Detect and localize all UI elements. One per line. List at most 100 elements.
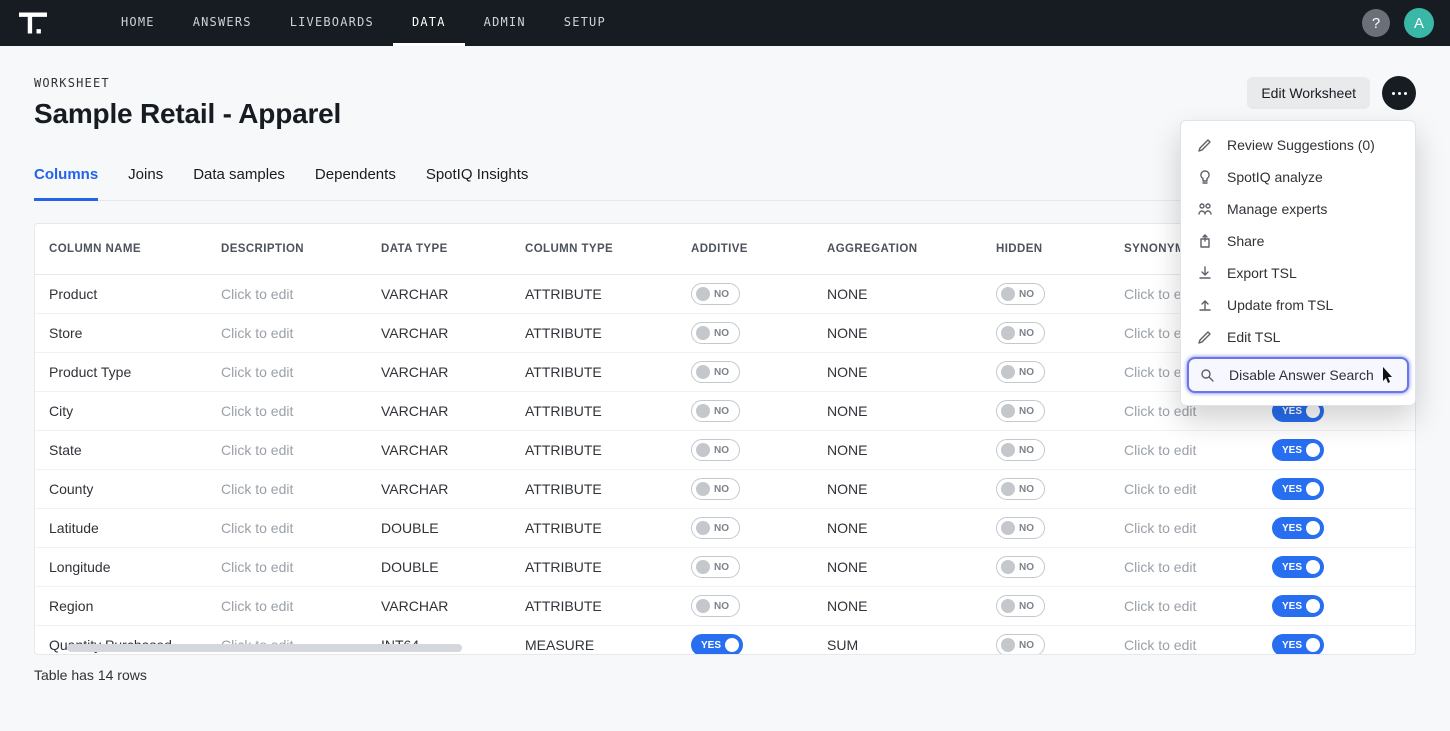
toggle-on[interactable]: YES	[1272, 478, 1324, 500]
menu-item-export-tsl[interactable]: Export TSL	[1181, 257, 1415, 289]
cell-description[interactable]: Click to edit	[207, 275, 367, 313]
cell-aggregation[interactable]: NONE	[813, 353, 982, 391]
cell-description[interactable]: Click to edit	[207, 314, 367, 352]
menu-item-spotiq-analyze[interactable]: SpotIQ analyze	[1181, 161, 1415, 193]
nav-item-admin[interactable]: ADMIN	[465, 0, 545, 46]
cell-data-type[interactable]: VARCHAR	[367, 587, 511, 625]
cell-description[interactable]: Click to edit	[207, 509, 367, 547]
toggle-off[interactable]: NO	[691, 439, 740, 461]
toggle-off[interactable]: NO	[691, 517, 740, 539]
user-avatar[interactable]: A	[1404, 8, 1434, 38]
menu-item-share[interactable]: Share	[1181, 225, 1415, 257]
cell-aggregation[interactable]: NONE	[813, 314, 982, 352]
cell-aggregation[interactable]: NONE	[813, 548, 982, 586]
column-header-description[interactable]: DESCRIPTION	[207, 224, 367, 274]
menu-item-disable-answer-search[interactable]: Disable Answer Search	[1187, 357, 1409, 393]
menu-item-update-from-tsl[interactable]: Update from TSL	[1181, 289, 1415, 321]
toggle-off[interactable]: NO	[996, 322, 1045, 344]
toggle-on[interactable]: YES	[1272, 439, 1324, 461]
cell-aggregation[interactable]: NONE	[813, 587, 982, 625]
cell-column-type[interactable]: ATTRIBUTE	[511, 392, 677, 430]
nav-item-liveboards[interactable]: LIVEBOARDS	[271, 0, 393, 46]
cell-description[interactable]: Click to edit	[207, 548, 367, 586]
cell-data-type[interactable]: VARCHAR	[367, 470, 511, 508]
cell-data-type[interactable]: VARCHAR	[367, 314, 511, 352]
toggle-on[interactable]: YES	[1272, 556, 1324, 578]
brand-logo[interactable]	[16, 8, 50, 38]
cell-aggregation[interactable]: NONE	[813, 431, 982, 469]
cell-column-type[interactable]: ATTRIBUTE	[511, 353, 677, 391]
toggle-on[interactable]: YES	[1272, 517, 1324, 539]
tab-spotiq-insights[interactable]: SpotIQ Insights	[426, 166, 529, 201]
column-header-column-name[interactable]: COLUMN NAME	[35, 224, 207, 274]
cell-data-type[interactable]: DOUBLE	[367, 548, 511, 586]
pencil-icon	[1197, 329, 1213, 345]
menu-item-manage-experts[interactable]: Manage experts	[1181, 193, 1415, 225]
column-header-column-type[interactable]: COLUMN TYPE	[511, 224, 677, 274]
page: WORKSHEET Sample Retail - Apparel Edit W…	[0, 46, 1450, 731]
cell-column-type[interactable]: ATTRIBUTE	[511, 587, 677, 625]
column-header-aggregation[interactable]: AGGREGATION	[813, 224, 982, 274]
horizontal-scrollbar[interactable]	[67, 644, 1383, 654]
help-button[interactable]: ?	[1362, 9, 1390, 37]
cell-aggregation[interactable]: NONE	[813, 275, 982, 313]
cell-aggregation[interactable]: NONE	[813, 392, 982, 430]
cell-synonyms[interactable]: Click to edit	[1110, 548, 1258, 586]
cell-synonyms[interactable]: Click to edit	[1110, 509, 1258, 547]
toggle-off[interactable]: NO	[996, 595, 1045, 617]
cell-column-type[interactable]: ATTRIBUTE	[511, 548, 677, 586]
tab-columns[interactable]: Columns	[34, 166, 98, 201]
cell-column-type[interactable]: ATTRIBUTE	[511, 470, 677, 508]
menu-item-edit-tsl[interactable]: Edit TSL	[1181, 321, 1415, 353]
tab-joins[interactable]: Joins	[128, 166, 163, 201]
edit-worksheet-button[interactable]: Edit Worksheet	[1247, 77, 1370, 109]
cell-data-type[interactable]: VARCHAR	[367, 275, 511, 313]
toggle-off[interactable]: NO	[691, 361, 740, 383]
cell-column-name: City	[35, 392, 207, 430]
toggle-off[interactable]: NO	[691, 400, 740, 422]
cell-data-type[interactable]: VARCHAR	[367, 392, 511, 430]
column-header-additive[interactable]: ADDITIVE	[677, 224, 813, 274]
toggle-off[interactable]: NO	[996, 517, 1045, 539]
toggle-off[interactable]: NO	[996, 556, 1045, 578]
toggle-on[interactable]: YES	[1272, 595, 1324, 617]
tab-data-samples[interactable]: Data samples	[193, 166, 285, 201]
toggle-off[interactable]: NO	[996, 400, 1045, 422]
toggle-off[interactable]: NO	[996, 283, 1045, 305]
cell-aggregation[interactable]: NONE	[813, 509, 982, 547]
toggle-off[interactable]: NO	[996, 361, 1045, 383]
nav-item-answers[interactable]: ANSWERS	[174, 0, 271, 46]
cell-synonyms[interactable]: Click to edit	[1110, 587, 1258, 625]
menu-item-review-suggestions-0-[interactable]: Review Suggestions (0)	[1181, 129, 1415, 161]
cell-synonyms[interactable]: Click to edit	[1110, 470, 1258, 508]
toggle-off[interactable]: NO	[691, 595, 740, 617]
cell-description[interactable]: Click to edit	[207, 392, 367, 430]
cell-data-type[interactable]: VARCHAR	[367, 431, 511, 469]
cell-description[interactable]: Click to edit	[207, 587, 367, 625]
cell-column-type[interactable]: ATTRIBUTE	[511, 314, 677, 352]
toggle-off[interactable]: NO	[691, 478, 740, 500]
cell-description[interactable]: Click to edit	[207, 353, 367, 391]
cell-data-type[interactable]: DOUBLE	[367, 509, 511, 547]
toggle-off[interactable]: NO	[996, 439, 1045, 461]
toggle-off[interactable]: NO	[996, 478, 1045, 500]
toggle-off[interactable]: NO	[691, 283, 740, 305]
cell-column-type[interactable]: ATTRIBUTE	[511, 509, 677, 547]
topbar: HOMEANSWERSLIVEBOARDSDATAADMINSETUP ? A	[0, 0, 1450, 46]
toggle-off[interactable]: NO	[691, 322, 740, 344]
cell-description[interactable]: Click to edit	[207, 470, 367, 508]
cell-data-type[interactable]: VARCHAR	[367, 353, 511, 391]
nav-item-data[interactable]: DATA	[393, 0, 465, 46]
cell-column-type[interactable]: ATTRIBUTE	[511, 431, 677, 469]
nav-item-setup[interactable]: SETUP	[545, 0, 625, 46]
cell-description[interactable]: Click to edit	[207, 431, 367, 469]
cell-synonyms[interactable]: Click to edit	[1110, 431, 1258, 469]
more-actions-button[interactable]	[1382, 76, 1416, 110]
column-header-data-type[interactable]: DATA TYPE	[367, 224, 511, 274]
nav-item-home[interactable]: HOME	[102, 0, 174, 46]
toggle-off[interactable]: NO	[691, 556, 740, 578]
cell-aggregation[interactable]: NONE	[813, 470, 982, 508]
cell-column-type[interactable]: ATTRIBUTE	[511, 275, 677, 313]
tab-dependents[interactable]: Dependents	[315, 166, 396, 201]
column-header-hidden[interactable]: HIDDEN	[982, 224, 1110, 274]
